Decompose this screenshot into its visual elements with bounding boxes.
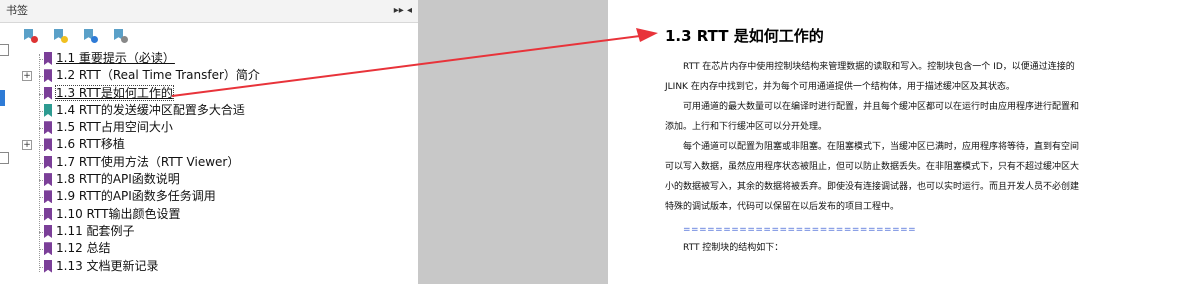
annotation-arrow [171,28,658,97]
arrow-head [636,28,658,42]
arrow-shaft [171,35,641,97]
